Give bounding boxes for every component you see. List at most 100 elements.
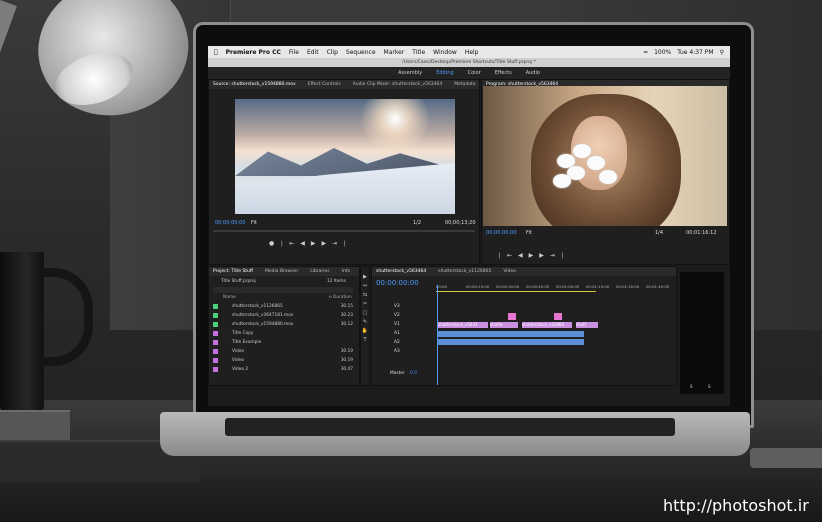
timeline-panel: shutterstock_v563464 shutterstock_v11268… bbox=[371, 266, 677, 386]
menu-clip[interactable]: Clip bbox=[327, 49, 338, 56]
source-fit-select[interactable]: Fit bbox=[251, 220, 257, 226]
project-item-duration: 30.23 bbox=[340, 313, 353, 318]
tab-sequence-1[interactable]: shutterstock_v563464 bbox=[376, 269, 426, 274]
tab-metadata[interactable]: Metadata bbox=[454, 82, 475, 87]
source-resolution[interactable]: 1/2 bbox=[413, 220, 421, 226]
tools-panel: ▶ ↔ ⇆ ✂ ▢ ✎ ✋ T bbox=[360, 266, 370, 386]
photo-background:  Premiere Pro CC File Edit Clip Sequenc… bbox=[0, 0, 822, 522]
project-item[interactable]: shutterstock_v3647181.mov 30.23 bbox=[213, 312, 353, 319]
program-duration: 00:01:16:12 bbox=[686, 230, 717, 236]
workspace-assembly[interactable]: Assembly bbox=[398, 70, 422, 76]
source-duration: 00;00;13;20 bbox=[445, 220, 476, 226]
project-item[interactable]: shutterstock_v1126865 30.15 bbox=[213, 303, 353, 310]
clip-v1[interactable]: shutte bbox=[490, 322, 518, 328]
app-menu[interactable]: Premiere Pro CC bbox=[226, 49, 281, 56]
project-item-name: shutterstock_v3647181.mov bbox=[232, 313, 294, 318]
menu-edit[interactable]: Edit bbox=[307, 49, 319, 56]
col-duration[interactable]: e Duration bbox=[329, 295, 352, 300]
menu-file[interactable]: File bbox=[289, 49, 299, 56]
project-item-name: Video bbox=[232, 358, 245, 363]
mac-menu-bar:  Premiere Pro CC File Edit Clip Sequenc… bbox=[208, 46, 730, 58]
project-item-duration: 30.19 bbox=[340, 349, 353, 354]
track-header-label[interactable]: V2 bbox=[394, 313, 400, 318]
workspace-audio[interactable]: Audio bbox=[526, 70, 540, 76]
program-timecode[interactable]: 00:00:00:00 bbox=[486, 230, 517, 236]
menu-window[interactable]: Window bbox=[433, 49, 457, 56]
lamp-arm bbox=[0, 0, 17, 119]
ruler-tick-label: 00:00:30:00 bbox=[496, 284, 520, 289]
project-item-duration: 30.15 bbox=[340, 304, 353, 309]
project-item[interactable]: Video 30.19 bbox=[213, 348, 353, 355]
clip-v1[interactable]: shutterstock_v42864 bbox=[522, 322, 572, 328]
project-item-name: Video bbox=[232, 349, 245, 354]
track-header-label[interactable]: V1 bbox=[394, 322, 400, 327]
meter-solo-left[interactable]: S bbox=[690, 384, 693, 389]
track-header-label[interactable]: A2 bbox=[394, 340, 400, 345]
project-search[interactable] bbox=[213, 287, 353, 293]
program-video-frame[interactable] bbox=[483, 86, 727, 226]
menu-help[interactable]: Help bbox=[465, 49, 479, 56]
watermark-url: http://photoshot.ir bbox=[663, 496, 809, 515]
tab-effect-controls[interactable]: Effect Controls bbox=[308, 82, 341, 87]
master-volume[interactable]: 0.0 bbox=[410, 371, 417, 376]
label-color-swatch bbox=[213, 304, 218, 309]
tab-audio-clip-mixer[interactable]: Audio Clip Mixer: shutterstock_v563464 bbox=[353, 82, 443, 87]
program-fit-select[interactable]: Fit bbox=[526, 230, 532, 236]
tab-libraries[interactable]: Libraries bbox=[310, 269, 329, 274]
clock[interactable]: Tue 4:37 PM bbox=[677, 49, 713, 56]
source-timecode[interactable]: 00;00;00;00 bbox=[215, 220, 246, 226]
title-clip-v2[interactable] bbox=[554, 313, 562, 320]
source-scrubber[interactable] bbox=[213, 230, 475, 232]
tab-source[interactable]: Source: shutterstock_v1594880.mov bbox=[213, 82, 296, 87]
tool-icons[interactable]: ▶ ↔ ⇆ ✂ ▢ ✎ ✋ T bbox=[361, 267, 369, 345]
tab-sequence-2[interactable]: shutterstock_v1126865 bbox=[438, 269, 491, 274]
workspace-bar: Assembly Editing Color Effects Audio bbox=[208, 67, 730, 79]
menu-title[interactable]: Title bbox=[412, 49, 425, 56]
project-item[interactable]: shutterstock_v1594880.mov 30.12 bbox=[213, 321, 353, 328]
sun-glow bbox=[355, 99, 435, 149]
project-tabs: Project: Title Stuff Media Browser Libra… bbox=[209, 267, 359, 276]
audio-meter: S S bbox=[680, 272, 724, 394]
search-icon[interactable]: ⚲ bbox=[720, 49, 724, 56]
track-header-label[interactable]: A1 bbox=[394, 331, 400, 336]
col-name[interactable]: Name bbox=[223, 295, 236, 300]
clip-v1[interactable]: shutterstock_v5634 bbox=[438, 322, 488, 328]
project-item[interactable]: Title Copy bbox=[213, 330, 353, 337]
workspace-effects[interactable]: Effects bbox=[495, 70, 512, 76]
menu-marker[interactable]: Marker bbox=[384, 49, 405, 56]
work-area-bar[interactable] bbox=[436, 291, 596, 292]
project-item[interactable]: Video 30.19 bbox=[213, 357, 353, 364]
tab-sequence-3[interactable]: Video bbox=[503, 269, 516, 274]
playhead[interactable] bbox=[437, 285, 438, 385]
menu-sequence[interactable]: Sequence bbox=[346, 49, 376, 56]
tab-media-browser[interactable]: Media Browser bbox=[265, 269, 298, 274]
ruler-tick-label: 00:00:45:00 bbox=[526, 284, 550, 289]
tab-info[interactable]: Info bbox=[342, 269, 351, 274]
label-color-swatch bbox=[213, 367, 218, 372]
clip-v1[interactable]: shutt bbox=[576, 322, 598, 328]
track-header-label[interactable]: A3 bbox=[394, 349, 400, 354]
coaster bbox=[750, 448, 822, 468]
program-resolution[interactable]: 1/4 bbox=[655, 230, 663, 236]
tab-project[interactable]: Project: Title Stuff bbox=[213, 269, 253, 274]
meter-solo-right[interactable]: S bbox=[708, 384, 711, 389]
ruler-tick-label: 00:01:45:00 bbox=[646, 284, 670, 289]
wifi-icon[interactable]: ≈ bbox=[643, 49, 648, 56]
title-clip-v2[interactable] bbox=[508, 313, 516, 320]
track-header-label[interactable]: V3 bbox=[394, 304, 400, 309]
battery-percent[interactable]: 100% bbox=[654, 49, 671, 56]
program-transport-controls[interactable]: ∣⇤◀▶▶⇥∣ bbox=[498, 252, 698, 260]
project-item[interactable]: Title Example bbox=[213, 339, 353, 346]
timeline-timecode[interactable]: 00:00:00:00 bbox=[376, 279, 419, 287]
master-label: Master bbox=[390, 371, 405, 376]
project-item[interactable]: Video 2 30.47 bbox=[213, 366, 353, 373]
source-video-frame[interactable] bbox=[235, 99, 455, 214]
apple-icon[interactable]:  bbox=[214, 49, 218, 56]
project-item-duration: 30.12 bbox=[340, 322, 353, 327]
audio-clip-a2[interactable] bbox=[438, 339, 584, 345]
laptop-keyboard bbox=[225, 418, 675, 436]
workspace-editing[interactable]: Editing bbox=[436, 70, 453, 76]
audio-clip-a1[interactable] bbox=[438, 331, 584, 337]
source-transport-controls[interactable]: ●∣⇤◀▶▶⇥∣ bbox=[269, 240, 419, 248]
workspace-color[interactable]: Color bbox=[468, 70, 481, 76]
